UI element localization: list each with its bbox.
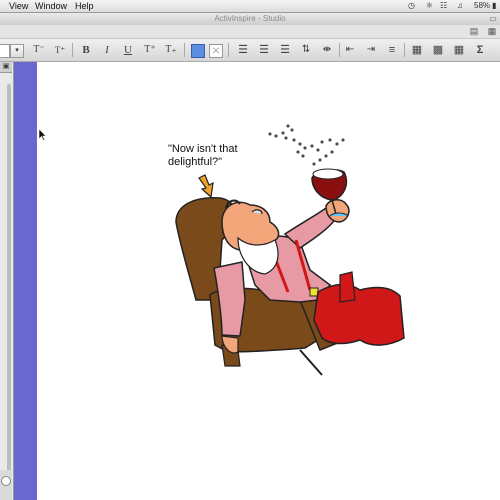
text-background-color-button[interactable] [191,44,205,58]
panel-scrollbar[interactable] [7,84,11,489]
equation-editor-icon: ▦ [453,44,465,56]
cartoon-man-in-armchair[interactable] [165,118,410,383]
toolbar-divider [228,43,229,57]
bullet-list-button[interactable]: ≡ [385,43,399,57]
symbols-button[interactable]: ▩ [431,43,445,57]
mouse-pointer-icon [39,129,47,141]
underline-button[interactable]: U [121,43,135,57]
align-center-button[interactable]: ☰ [257,43,271,57]
line-spacing-icon: ⇅ [301,44,311,55]
bold-button[interactable]: B [79,43,93,57]
toolbar-divider [72,43,73,57]
battery-icon[interactable]: ▮ [492,0,496,12]
no-fill-button[interactable]: ⨯ [209,44,223,58]
list-view-icon[interactable]: ▤ [469,26,479,36]
superscript-button[interactable]: T⁺ [143,43,157,57]
align-right-icon: ☰ [280,44,290,56]
time-machine-icon[interactable]: ◷ [408,0,415,12]
panel-footer [0,470,12,500]
volume-icon[interactable]: ♫ [457,0,463,12]
font-size-dropdown[interactable]: ▾ [10,44,24,58]
align-right-button[interactable]: ☰ [278,43,292,57]
no-fill-icon: ⨯ [211,45,221,57]
sigma-icon: Σ [476,44,484,56]
sum-button[interactable]: Σ [473,43,487,57]
panel-menu-button[interactable]: ▣ [0,62,12,73]
bluetooth-icon[interactable]: ✱ [426,0,433,12]
outdent-icon: ⇤ [345,44,355,55]
symbols-icon: ▩ [432,44,444,56]
indent-button[interactable]: ⇥ [364,43,378,57]
flipchart-edge [14,62,37,500]
toolbar-divider [184,43,185,57]
align-center-icon: ☰ [259,44,269,56]
battery-percentage[interactable]: 58% [474,0,490,12]
align-left-icon: ☰ [238,44,248,56]
toolbar-divider [404,43,405,57]
grid-view-icon[interactable]: ▦ [487,26,497,36]
decrease-font-button[interactable]: T⁻ [32,43,46,57]
equation-button[interactable]: ▦ [452,43,466,57]
line-spacing-button[interactable]: ⇅ [299,43,313,57]
subscript-button[interactable]: T₊ [164,43,178,57]
increase-font-button[interactable]: T⁺ [53,43,67,57]
chevron-down-icon: ▾ [15,47,19,54]
arrow-icon [198,174,214,199]
menu-view[interactable]: View [9,0,28,12]
align-left-button[interactable]: ☰ [236,43,250,57]
panel-menu-icon: ▣ [2,63,10,70]
insert-table-button[interactable]: ▦ [410,43,424,57]
indent-icon: ⇥ [366,44,376,55]
menu-window[interactable]: Window [35,0,67,12]
font-size-input[interactable] [0,44,10,58]
browser-panel: ▣ [0,62,14,500]
paragraph-spacing-button[interactable]: ⇼ [320,43,334,57]
toolbar-top: ▤ ▦ [0,25,500,39]
menu-bar: View Window Help ◷ ✱ ☷ ♫ 58% ▮ [0,0,500,13]
window-title: ActivInspire - Studio [214,14,286,23]
menu-help[interactable]: Help [75,0,94,12]
panel-toggle-icon[interactable] [1,476,11,486]
paragraph-spacing-icon: ⇼ [322,44,332,55]
text-format-toolbar: ▾ T⁻ T⁺ B I U T⁺ T₊ ⨯ ☰ ☰ ☰ ⇅ ⇼ ⇤ ⇥ ≡ ▦ … [0,39,500,62]
color-swatch [192,45,204,57]
window-toolbar-toggle-icon[interactable]: ▭ [488,14,498,24]
window-titlebar: ActivInspire - Studio ▭ [0,13,500,25]
table-icon: ▦ [411,44,423,56]
bubbles-icon [268,124,345,166]
outdent-button[interactable]: ⇤ [343,43,357,57]
italic-button[interactable]: I [100,43,114,57]
toolbar-divider [339,43,340,57]
wifi-icon[interactable]: ☷ [440,0,447,12]
bullet-list-icon: ≡ [388,44,396,56]
